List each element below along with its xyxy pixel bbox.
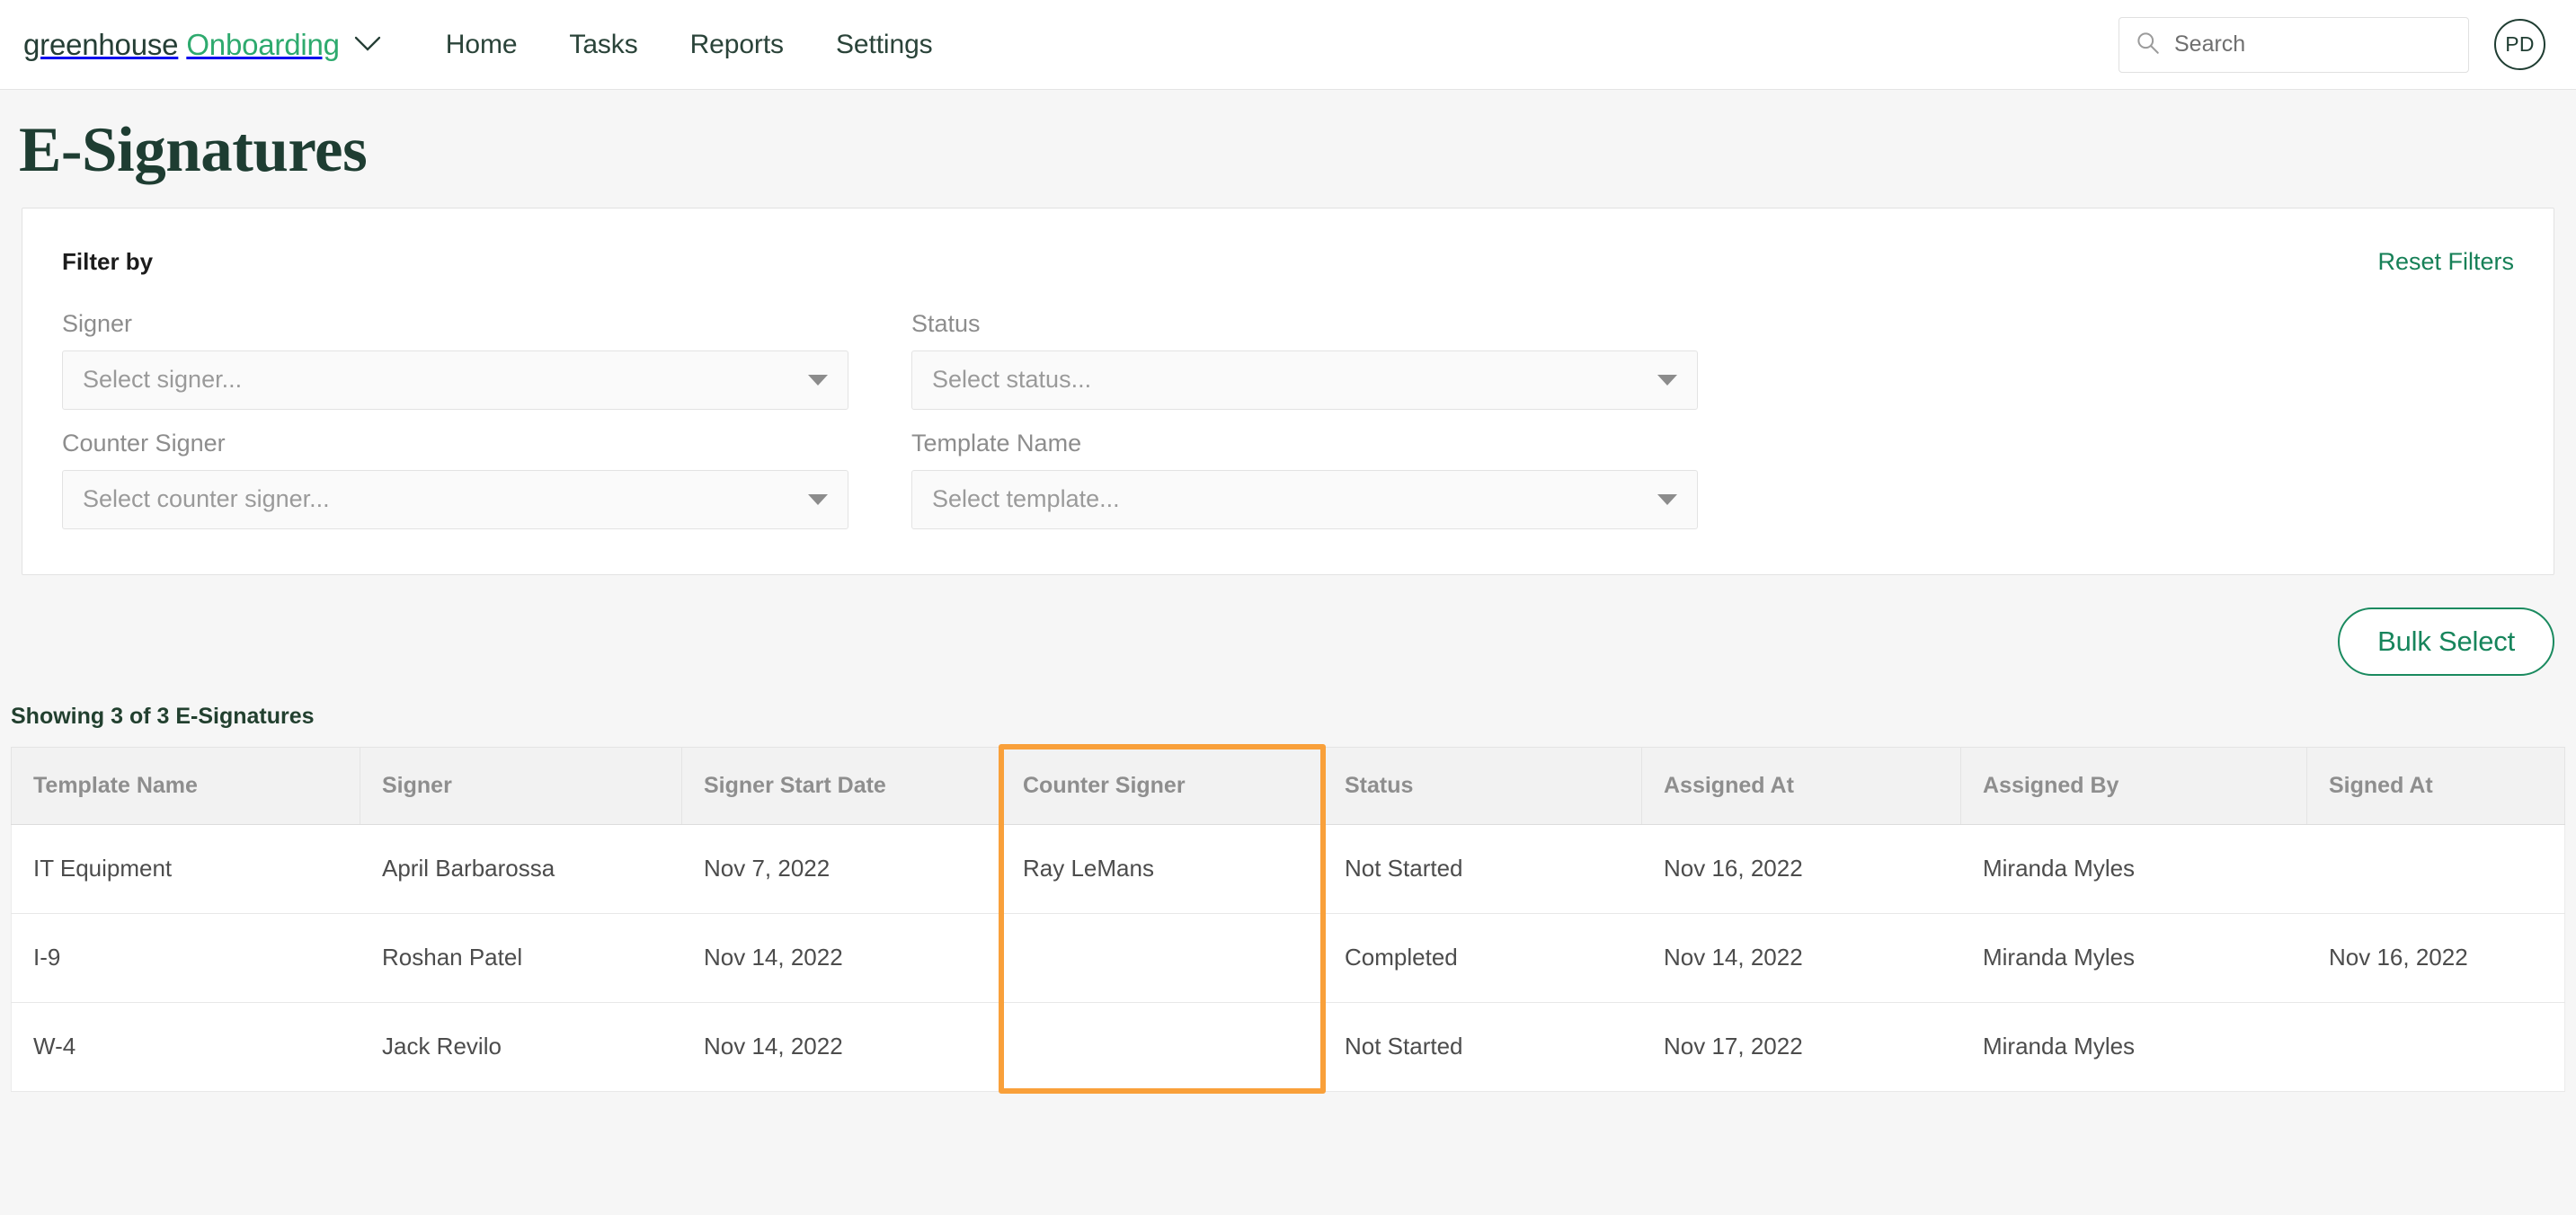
cell-signer: April Barbarossa [360, 824, 682, 913]
brand-secondary-text: Onboarding [186, 28, 339, 62]
page-title: E-Signatures [19, 114, 2554, 188]
cell-signer: Jack Revilo [360, 1002, 682, 1091]
table-body: IT Equipment April Barbarossa Nov 7, 202… [12, 824, 2565, 1091]
cell-counter-signer [1001, 1002, 1323, 1091]
brand-logo[interactable]: greenhouse Onboarding [23, 28, 381, 62]
field-label-signer: Signer [62, 310, 848, 338]
cell-signed-at [2307, 1002, 2565, 1091]
status-select[interactable]: Select status... [911, 350, 1698, 410]
table-row[interactable]: IT Equipment April Barbarossa Nov 7, 202… [12, 824, 2565, 913]
cell-status: Not Started [1323, 824, 1642, 913]
nav-item-tasks[interactable]: Tasks [569, 30, 637, 60]
bulk-actions-row: Bulk Select [22, 608, 2554, 676]
esignatures-table-wrapper: Template Name Signer Signer Start Date C… [11, 747, 2565, 1092]
counter-signer-select[interactable]: Select counter signer... [62, 470, 848, 529]
column-header-template-name[interactable]: Template Name [12, 747, 360, 824]
cell-assigned-at: Nov 16, 2022 [1642, 824, 1961, 913]
filter-panel: Filter by Reset Filters Signer Select si… [22, 208, 2554, 575]
template-name-select-value: Select template... [932, 485, 1120, 513]
column-header-signed-at[interactable]: Signed At [2307, 747, 2565, 824]
brand-primary-text: greenhouse [23, 28, 178, 62]
chevron-down-icon[interactable] [354, 36, 381, 52]
esignatures-table: Template Name Signer Signer Start Date C… [11, 747, 2565, 1092]
cell-counter-signer: Ray LeMans [1001, 824, 1323, 913]
cell-assigned-by: Miranda Myles [1961, 824, 2307, 913]
counter-signer-select-value: Select counter signer... [83, 485, 330, 513]
page-body: E-Signatures Filter by Reset Filters Sig… [0, 114, 2576, 1092]
search-box[interactable]: Search [2119, 17, 2469, 73]
table-row[interactable]: W-4 Jack Revilo Nov 14, 2022 Not Started… [12, 1002, 2565, 1091]
field-signer: Signer Select signer... [62, 310, 848, 410]
nav-right-group: Search PD [2119, 17, 2545, 73]
table-row[interactable]: I-9 Roshan Patel Nov 14, 2022 Completed … [12, 913, 2565, 1002]
column-header-assigned-by[interactable]: Assigned By [1961, 747, 2307, 824]
results-count: Showing 3 of 3 E-Signatures [11, 704, 2554, 730]
nav-item-settings[interactable]: Settings [836, 30, 933, 60]
cell-signed-at [2307, 824, 2565, 913]
bulk-select-button[interactable]: Bulk Select [2338, 608, 2554, 676]
cell-assigned-by: Miranda Myles [1961, 1002, 2307, 1091]
filter-fields-grid: Signer Select signer... Status Select st… [62, 310, 2514, 529]
filter-by-label: Filter by [62, 248, 153, 276]
cell-signer-start-date: Nov 7, 2022 [682, 824, 1001, 913]
cell-status: Completed [1323, 913, 1642, 1002]
avatar-initials: PD [2505, 32, 2535, 57]
top-navigation-bar: greenhouse Onboarding Home Tasks Reports… [0, 0, 2576, 90]
cell-signer-start-date: Nov 14, 2022 [682, 1002, 1001, 1091]
cell-signer: Roshan Patel [360, 913, 682, 1002]
chevron-down-icon [1657, 494, 1677, 505]
status-select-value: Select status... [932, 366, 1091, 394]
cell-template-name: I-9 [12, 913, 360, 1002]
filter-panel-header: Filter by Reset Filters [62, 248, 2514, 276]
cell-status: Not Started [1323, 1002, 1642, 1091]
cell-assigned-at: Nov 17, 2022 [1642, 1002, 1961, 1091]
search-icon [2136, 31, 2160, 59]
cell-assigned-by: Miranda Myles [1961, 913, 2307, 1002]
cell-signed-at: Nov 16, 2022 [2307, 913, 2565, 1002]
table-header-row: Template Name Signer Signer Start Date C… [12, 747, 2565, 824]
avatar[interactable]: PD [2494, 19, 2545, 70]
field-template-name: Template Name Select template... [911, 430, 1698, 529]
column-header-status[interactable]: Status [1323, 747, 1642, 824]
signer-select-value: Select signer... [83, 366, 242, 394]
field-label-template-name: Template Name [911, 430, 1698, 457]
main-nav: Home Tasks Reports Settings [446, 30, 933, 60]
chevron-down-icon [808, 375, 828, 386]
cell-assigned-at: Nov 14, 2022 [1642, 913, 1961, 1002]
field-status: Status Select status... [911, 310, 1698, 410]
column-header-signer-start-date[interactable]: Signer Start Date [682, 747, 1001, 824]
field-counter-signer: Counter Signer Select counter signer... [62, 430, 848, 529]
column-header-counter-signer[interactable]: Counter Signer [1001, 747, 1323, 824]
chevron-down-icon [808, 494, 828, 505]
search-input[interactable]: Search [2174, 31, 2245, 58]
field-label-counter-signer: Counter Signer [62, 430, 848, 457]
signer-select[interactable]: Select signer... [62, 350, 848, 410]
template-name-select[interactable]: Select template... [911, 470, 1698, 529]
field-label-status: Status [911, 310, 1698, 338]
nav-item-reports[interactable]: Reports [690, 30, 784, 60]
cell-signer-start-date: Nov 14, 2022 [682, 913, 1001, 1002]
table-header: Template Name Signer Signer Start Date C… [12, 747, 2565, 824]
nav-item-home[interactable]: Home [446, 30, 518, 60]
cell-template-name: IT Equipment [12, 824, 360, 913]
column-header-assigned-at[interactable]: Assigned At [1642, 747, 1961, 824]
cell-counter-signer [1001, 913, 1323, 1002]
reset-filters-link[interactable]: Reset Filters [2377, 248, 2514, 276]
cell-template-name: W-4 [12, 1002, 360, 1091]
column-header-signer[interactable]: Signer [360, 747, 682, 824]
chevron-down-icon [1657, 375, 1677, 386]
